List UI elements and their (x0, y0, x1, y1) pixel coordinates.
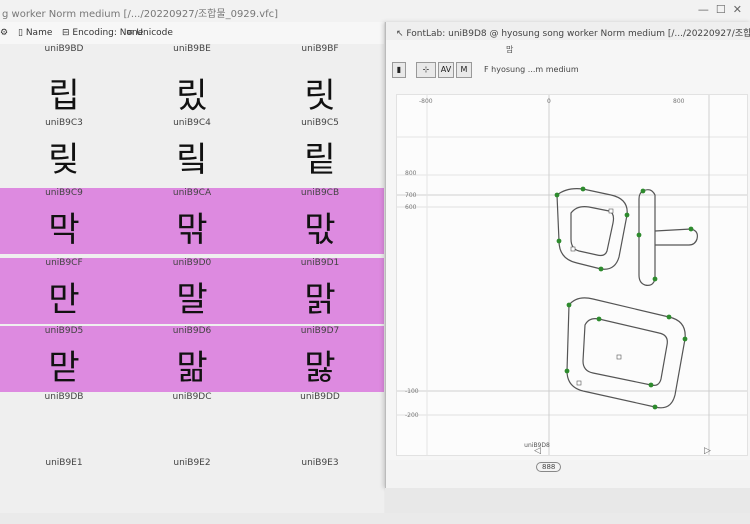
glyph-preview: 립 (48, 76, 80, 116)
glyph-cell[interactable]: 립 (0, 54, 128, 120)
glyph-name: uniB9DB (44, 392, 84, 402)
main-window-title: g worker Norm medium [/.../20220927/조합물_… (2, 9, 279, 20)
window-controls[interactable]: — ☐ ✕ (698, 3, 742, 16)
unicode-label: Unicode (136, 28, 173, 38)
glyph-preview: 맑 (304, 280, 336, 320)
sidebar-toggle-button[interactable]: ▮ (392, 62, 406, 78)
glyph-cell[interactable]: uniB9DB (0, 392, 128, 458)
glyph-name: uniB9C4 (173, 118, 211, 128)
glyph-cell-selected[interactable]: uniB9D6 맒 (128, 326, 256, 392)
glyph-width-field[interactable]: 888 (536, 462, 562, 472)
glyph-name: uniB9E2 (173, 458, 211, 468)
glyph-name: uniB9CF (45, 258, 83, 268)
desktop-background (385, 488, 750, 513)
editor-title-bar: ↖ FontLab: uniB9D8 @ hyosung song worker… (386, 22, 750, 40)
ruler-top-label: 0 (547, 98, 551, 105)
glyph-preview: 맄 (176, 140, 208, 180)
ruler-top-label: -800 (419, 98, 433, 105)
glyph-name: uniB9BD (44, 44, 84, 54)
glyph-preview: 말 (176, 280, 208, 320)
glyph-cell[interactable]: uniB9E2 (128, 458, 256, 524)
glyph-name: uniB9D1 (300, 258, 340, 268)
ruler-left-label: 600 (405, 204, 417, 211)
editor-window-title: ↖ FontLab: uniB9D8 @ hyosung song worker… (396, 29, 750, 39)
glyph-preview: 맗 (304, 348, 336, 388)
glyph-cell[interactable]: uniB9C3 맂 (0, 118, 128, 184)
settings-icon[interactable]: ⚙ (0, 28, 8, 38)
editor-footer: 888 ◁ ▷ (386, 446, 750, 488)
glyph-cell-selected[interactable]: uniB9D0 말 (128, 258, 256, 324)
name-label: Name (25, 28, 53, 38)
glyph-cell-selected[interactable]: uniB9CF 만 (0, 258, 128, 324)
glyph-name: uniB9CB (300, 188, 340, 198)
glyph-editor-window: ↖ FontLab: uniB9D8 @ hyosung song worker… (385, 22, 750, 488)
glyph-name: uniB9D5 (44, 326, 84, 336)
glyph-sublabel: 맘 (506, 45, 514, 54)
glyph-name: uniB9D7 (300, 326, 340, 336)
kerning-button[interactable]: AV (438, 62, 454, 78)
glyph-name: uniB9C5 (301, 118, 339, 128)
glyph-cell-selected[interactable]: uniB9D1 맑 (256, 258, 384, 324)
glyph-name: uniB9D0 (172, 258, 212, 268)
glyph-cell[interactable]: uniB9C5 맅 (256, 118, 384, 184)
glyph-preview: 맊 (176, 210, 208, 250)
glyph-cell-selected[interactable]: uniB9D5 맏 (0, 326, 128, 392)
glyph-cell-selected[interactable]: uniB9D7 맗 (256, 326, 384, 392)
glyph-grid: uniB9BD uniB9BE uniB9BF 립 맀 릿 uniB9C3 맂 u… (0, 44, 384, 513)
right-arrow-icon[interactable]: ▷ (704, 446, 711, 456)
nodes-tool-button[interactable]: ⊹ (416, 62, 436, 78)
ruler-top-label: 800 (673, 98, 685, 105)
unicode-button[interactable]: ≡ Unicode (126, 28, 173, 38)
glyph-cell[interactable]: 릿 (256, 54, 384, 120)
glyph-cell-selected[interactable]: uniB9C9 막 (0, 188, 128, 254)
font-name-label: F hyosung ...m medium (484, 65, 579, 74)
glyph-name: uniB9DD (300, 392, 340, 402)
glyph-name: uniB9DC (172, 392, 212, 402)
main-title-bar: g worker Norm medium [/.../20220927/조합물_… (0, 0, 750, 22)
glyph-preview: 맒 (176, 348, 208, 388)
glyph-name: uniB9E1 (45, 458, 83, 468)
ruler-left-label: -200 (405, 412, 419, 419)
glyph-preview: 맋 (304, 210, 336, 250)
ruler-left-label: 700 (405, 192, 417, 199)
glyph-preview: 만 (48, 280, 80, 320)
glyph-preview: 맅 (304, 140, 336, 180)
metrics-button[interactable]: M (456, 62, 472, 78)
glyph-cell-selected[interactable]: uniB9CA 맊 (128, 188, 256, 254)
glyph-cell[interactable]: uniB9E3 (256, 458, 384, 524)
ruler-left-label: -100 (405, 388, 419, 395)
glyph-cell[interactable]: uniB9C4 맄 (128, 118, 256, 184)
glyph-preview: 맂 (48, 140, 80, 180)
glyph-cell[interactable]: 맀 (128, 54, 256, 120)
glyph-name: uniB9E3 (301, 458, 339, 468)
glyph-preview: 맀 (176, 76, 208, 116)
name-mode-button[interactable]: ▯ Name (18, 28, 52, 38)
glyph-name: uniB9D6 (172, 326, 212, 336)
glyph-name: uniB9CA (172, 188, 212, 198)
glyph-name: uniB9BF (301, 44, 339, 54)
ruler-left-label: 800 (405, 170, 417, 177)
glyph-name: uniB9BE (173, 44, 211, 54)
glyph-outline-svg[interactable]: -800 0 800 800 700 600 -100 -200 uniB9D8 (397, 95, 747, 455)
font-window-toolbar: ⚙ ▯ Name ⊟ Encoding: None ≡ Unicode (0, 22, 384, 45)
glyph-cell[interactable]: uniB9DD (256, 392, 384, 458)
glyph-preview: 맏 (48, 348, 80, 388)
glyph-canvas[interactable]: -800 0 800 800 700 600 -100 -200 uniB9D8 (396, 94, 748, 456)
glyph-cell[interactable]: uniB9DC (128, 392, 256, 458)
glyph-cell[interactable]: uniB9E1 (0, 458, 128, 524)
glyph-name: uniB9C3 (45, 118, 83, 128)
left-arrow-icon[interactable]: ◁ (534, 446, 541, 456)
glyph-cell-selected[interactable]: uniB9CB 맋 (256, 188, 384, 254)
glyph-name: uniB9C9 (45, 188, 83, 198)
glyph-preview: 릿 (304, 76, 336, 116)
glyph-preview: 막 (48, 210, 80, 250)
